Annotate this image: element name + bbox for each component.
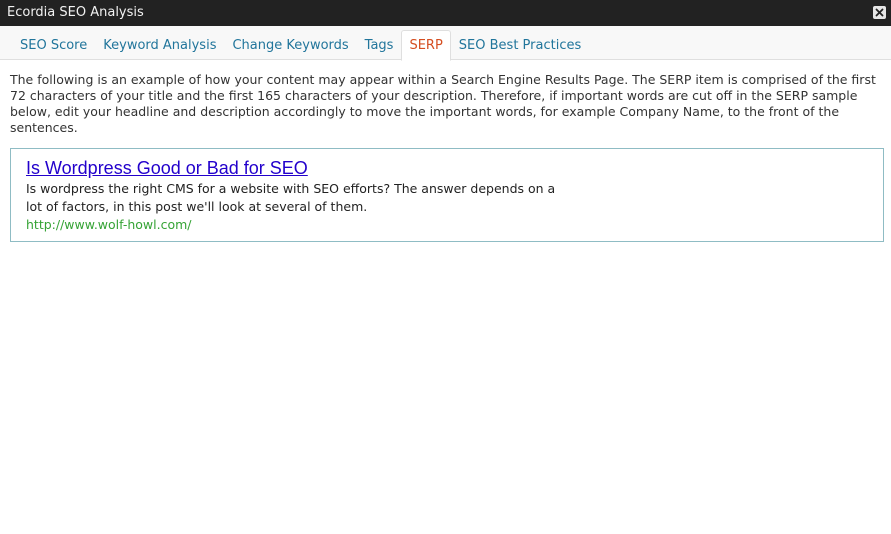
tab-seo-score[interactable]: SEO Score	[12, 30, 95, 60]
tab-bar: SEO Score Keyword Analysis Change Keywor…	[0, 26, 891, 61]
close-button[interactable]	[873, 6, 886, 19]
tab-seo-best-practices[interactable]: SEO Best Practices	[451, 30, 589, 60]
tab-serp[interactable]: SERP	[401, 30, 451, 61]
serp-intro-text: The following is an example of how your …	[10, 72, 876, 135]
tab-keyword-analysis[interactable]: Keyword Analysis	[95, 30, 224, 60]
close-icon	[875, 8, 884, 17]
tab-tags[interactable]: Tags	[357, 30, 402, 60]
serp-result-url: http://www.wolf-howl.com/	[26, 217, 192, 232]
serp-preview-box: Is Wordpress Good or Bad for SEO Is word…	[10, 148, 884, 242]
window-title: Ecordia SEO Analysis	[7, 5, 144, 20]
window-titlebar: Ecordia SEO Analysis	[0, 0, 891, 26]
tab-list: SEO Score Keyword Analysis Change Keywor…	[12, 30, 589, 61]
serp-result-description: Is wordpress the right CMS for a website…	[26, 181, 556, 214]
serp-result-title-link[interactable]: Is Wordpress Good or Bad for SEO	[26, 158, 868, 179]
tab-change-keywords[interactable]: Change Keywords	[224, 30, 356, 60]
